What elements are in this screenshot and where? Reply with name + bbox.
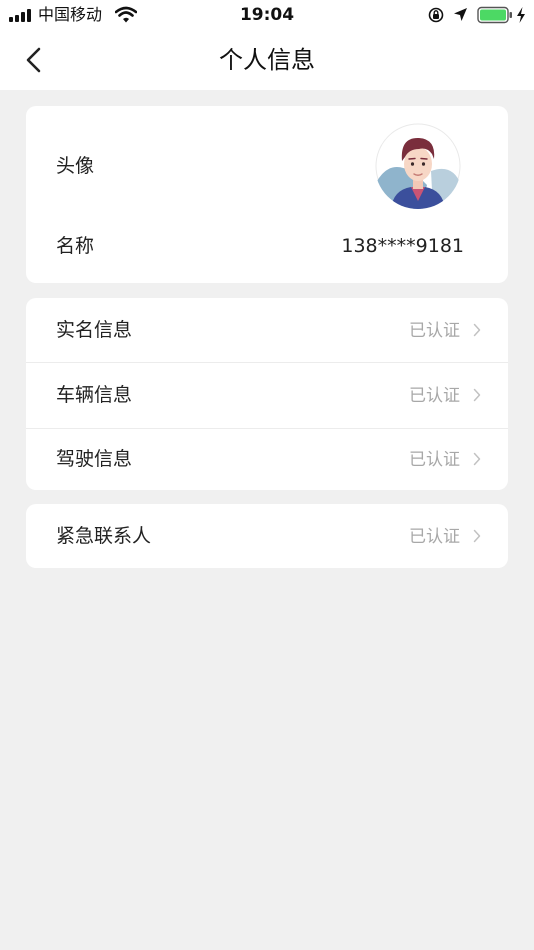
page-title: 个人信息 — [219, 46, 315, 74]
list-item-real-name[interactable]: 实名信息 已认证 — [26, 298, 508, 362]
list-item-vehicle[interactable]: 车辆信息 已认证 — [26, 363, 508, 427]
status-badge: 已认证 — [409, 386, 460, 406]
chevron-right-icon — [473, 323, 481, 337]
charging-bolt-icon — [517, 7, 525, 23]
row-label: 实名信息 — [56, 319, 133, 341]
status-badge: 已认证 — [409, 527, 460, 547]
profile-card: 头像 名称 138****9181 — [26, 106, 508, 283]
status-badge: 已认证 — [409, 321, 460, 341]
list-item-emergency-contact[interactable]: 紧急联系人 已认证 — [26, 504, 508, 568]
avatar[interactable] — [375, 123, 461, 209]
battery-icon — [477, 6, 512, 24]
rotation-lock-icon — [428, 7, 444, 23]
nav-bar: 个人信息 — [0, 30, 534, 90]
row-label: 车辆信息 — [56, 384, 133, 406]
chevron-right-icon — [473, 529, 481, 543]
name-label: 名称 — [56, 235, 95, 257]
status-bar: 中国移动 19:04 — [0, 0, 534, 30]
location-arrow-icon — [454, 8, 467, 21]
chevron-right-icon — [473, 452, 481, 466]
chevron-right-icon — [473, 388, 481, 402]
row-label: 驾驶信息 — [56, 448, 133, 470]
row-label: 紧急联系人 — [56, 525, 152, 547]
list-item-driving[interactable]: 驾驶信息 已认证 — [26, 427, 508, 490]
avatar-image — [375, 123, 461, 209]
status-badge: 已认证 — [409, 450, 460, 470]
avatar-label: 头像 — [56, 155, 95, 177]
name-value: 138****9181 — [341, 235, 464, 257]
emergency-card: 紧急联系人 已认证 — [26, 504, 508, 568]
verification-card: 实名信息 已认证 车辆信息 已认证 驾驶信息 已认证 — [26, 298, 508, 490]
